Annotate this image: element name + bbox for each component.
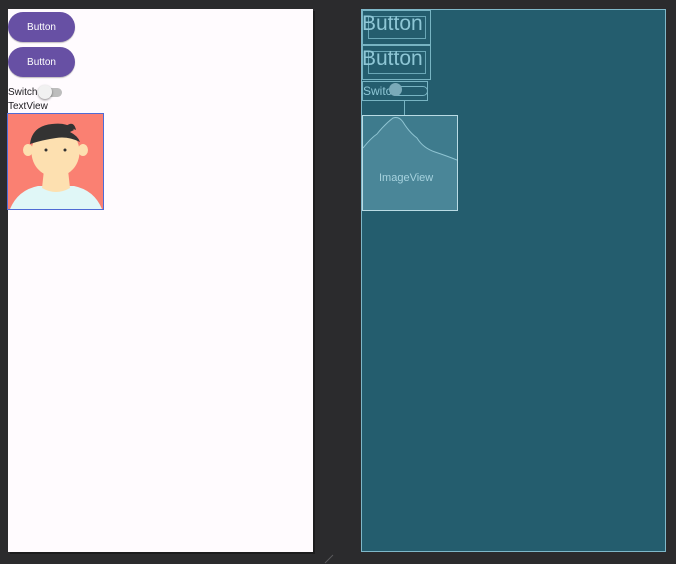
blueprint-constraint-line bbox=[404, 101, 405, 115]
blueprint-switch[interactable]: Switch bbox=[362, 81, 428, 101]
blueprint-button-1-label: Button bbox=[362, 12, 423, 35]
resize-handle-icon[interactable] bbox=[322, 554, 336, 564]
blueprint-canvas[interactable]: Button Button Switch ImageView bbox=[361, 9, 666, 552]
person-avatar-icon bbox=[8, 114, 103, 209]
blueprint-imageview-label: ImageView bbox=[379, 172, 434, 184]
blueprint-button-2[interactable]: Button bbox=[362, 45, 431, 80]
avatar-imageview[interactable] bbox=[7, 113, 104, 210]
image-placeholder-icon bbox=[363, 117, 457, 210]
button-1[interactable]: Button bbox=[8, 12, 75, 42]
blueprint-imageview[interactable]: ImageView bbox=[362, 115, 458, 211]
textview[interactable]: TextView bbox=[8, 101, 48, 114]
switch-widget[interactable]: Switch bbox=[8, 84, 63, 99]
blueprint-button-2-label: Button bbox=[362, 47, 423, 70]
design-canvas[interactable]: Button Button Switch TextView bbox=[7, 9, 313, 552]
switch-thumb[interactable] bbox=[38, 84, 53, 99]
switch-toggle[interactable] bbox=[38, 84, 63, 99]
switch-label: Switch bbox=[8, 86, 38, 98]
blueprint-button-1[interactable]: Button bbox=[362, 10, 431, 45]
blueprint-switch-thumb bbox=[389, 83, 402, 96]
button-2[interactable]: Button bbox=[8, 47, 75, 77]
